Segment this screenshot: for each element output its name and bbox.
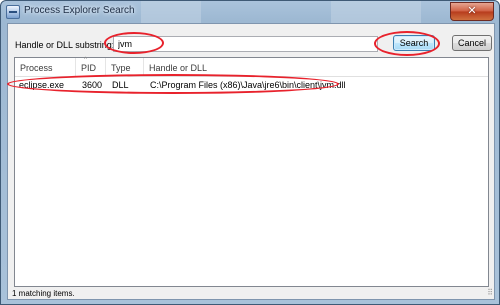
table-row[interactable]: eclipse.exe 3600 DLL C:\Program Files (x… xyxy=(15,77,488,93)
close-button[interactable]: ✕ xyxy=(450,2,494,21)
status-bar: 1 matching items. ⠿ xyxy=(8,288,494,299)
status-text: 1 matching items. xyxy=(12,289,75,298)
pid-header-label: PID xyxy=(81,63,97,73)
cell-type: DLL xyxy=(112,80,129,90)
search-label: Handle or DLL substring: xyxy=(15,40,115,50)
column-header-type[interactable]: Type xyxy=(106,58,144,76)
cell-process: eclipse.exe xyxy=(19,80,65,90)
resize-grip-icon[interactable]: ⠿ xyxy=(487,287,493,298)
results-header: Process ^ PID Type Handle or DLL xyxy=(15,57,488,77)
results-list[interactable]: Process ^ PID Type Handle or DLL eclipse… xyxy=(14,57,489,287)
close-icon: ✕ xyxy=(467,5,477,17)
search-input[interactable] xyxy=(113,36,378,52)
column-header-handle[interactable]: Handle or DLL xyxy=(144,58,488,76)
sort-ascending-icon: ^ xyxy=(84,57,87,63)
process-explorer-icon xyxy=(6,5,20,19)
search-dialog: Process Explorer Search ✕ Handle or DLL … xyxy=(0,0,500,305)
search-button[interactable]: Search xyxy=(393,35,435,51)
cancel-button[interactable]: Cancel xyxy=(452,35,492,51)
window-title: Process Explorer Search xyxy=(24,5,135,16)
column-header-pid[interactable]: ^ PID xyxy=(76,57,106,76)
column-header-process[interactable]: Process xyxy=(15,58,76,76)
dialog-body: Handle or DLL substring: Search Cancel P… xyxy=(7,23,495,300)
title-bar[interactable]: Process Explorer Search ✕ xyxy=(1,1,499,23)
cell-handle: C:\Program Files (x86)\Java\jre6\bin\cli… xyxy=(150,80,346,90)
cell-pid: 3600 xyxy=(82,80,103,90)
